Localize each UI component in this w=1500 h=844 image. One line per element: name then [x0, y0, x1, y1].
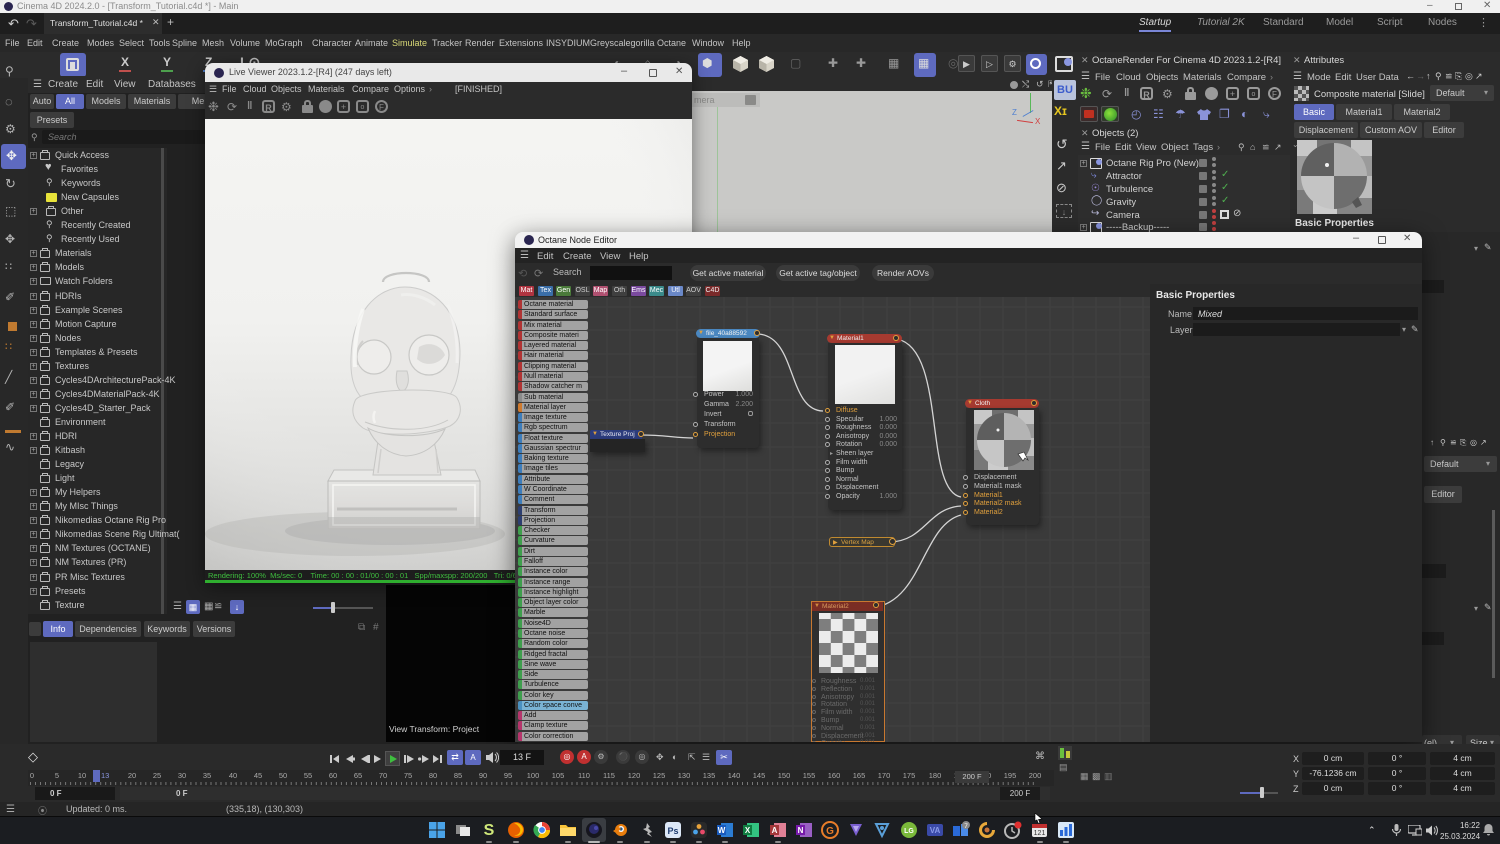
svg-text:7: 7 — [964, 823, 968, 830]
svg-text:W: W — [718, 826, 726, 835]
svg-text:Ps: Ps — [667, 826, 678, 836]
svg-text:X: X — [745, 826, 751, 835]
svg-text:N: N — [798, 826, 804, 835]
svg-text:S: S — [484, 822, 495, 839]
svg-text:LG: LG — [904, 828, 914, 835]
svg-text:A: A — [772, 826, 778, 835]
svg-text:G: G — [826, 826, 834, 837]
svg-text:VA: VA — [930, 826, 941, 835]
svg-text:121: 121 — [1034, 830, 1046, 837]
